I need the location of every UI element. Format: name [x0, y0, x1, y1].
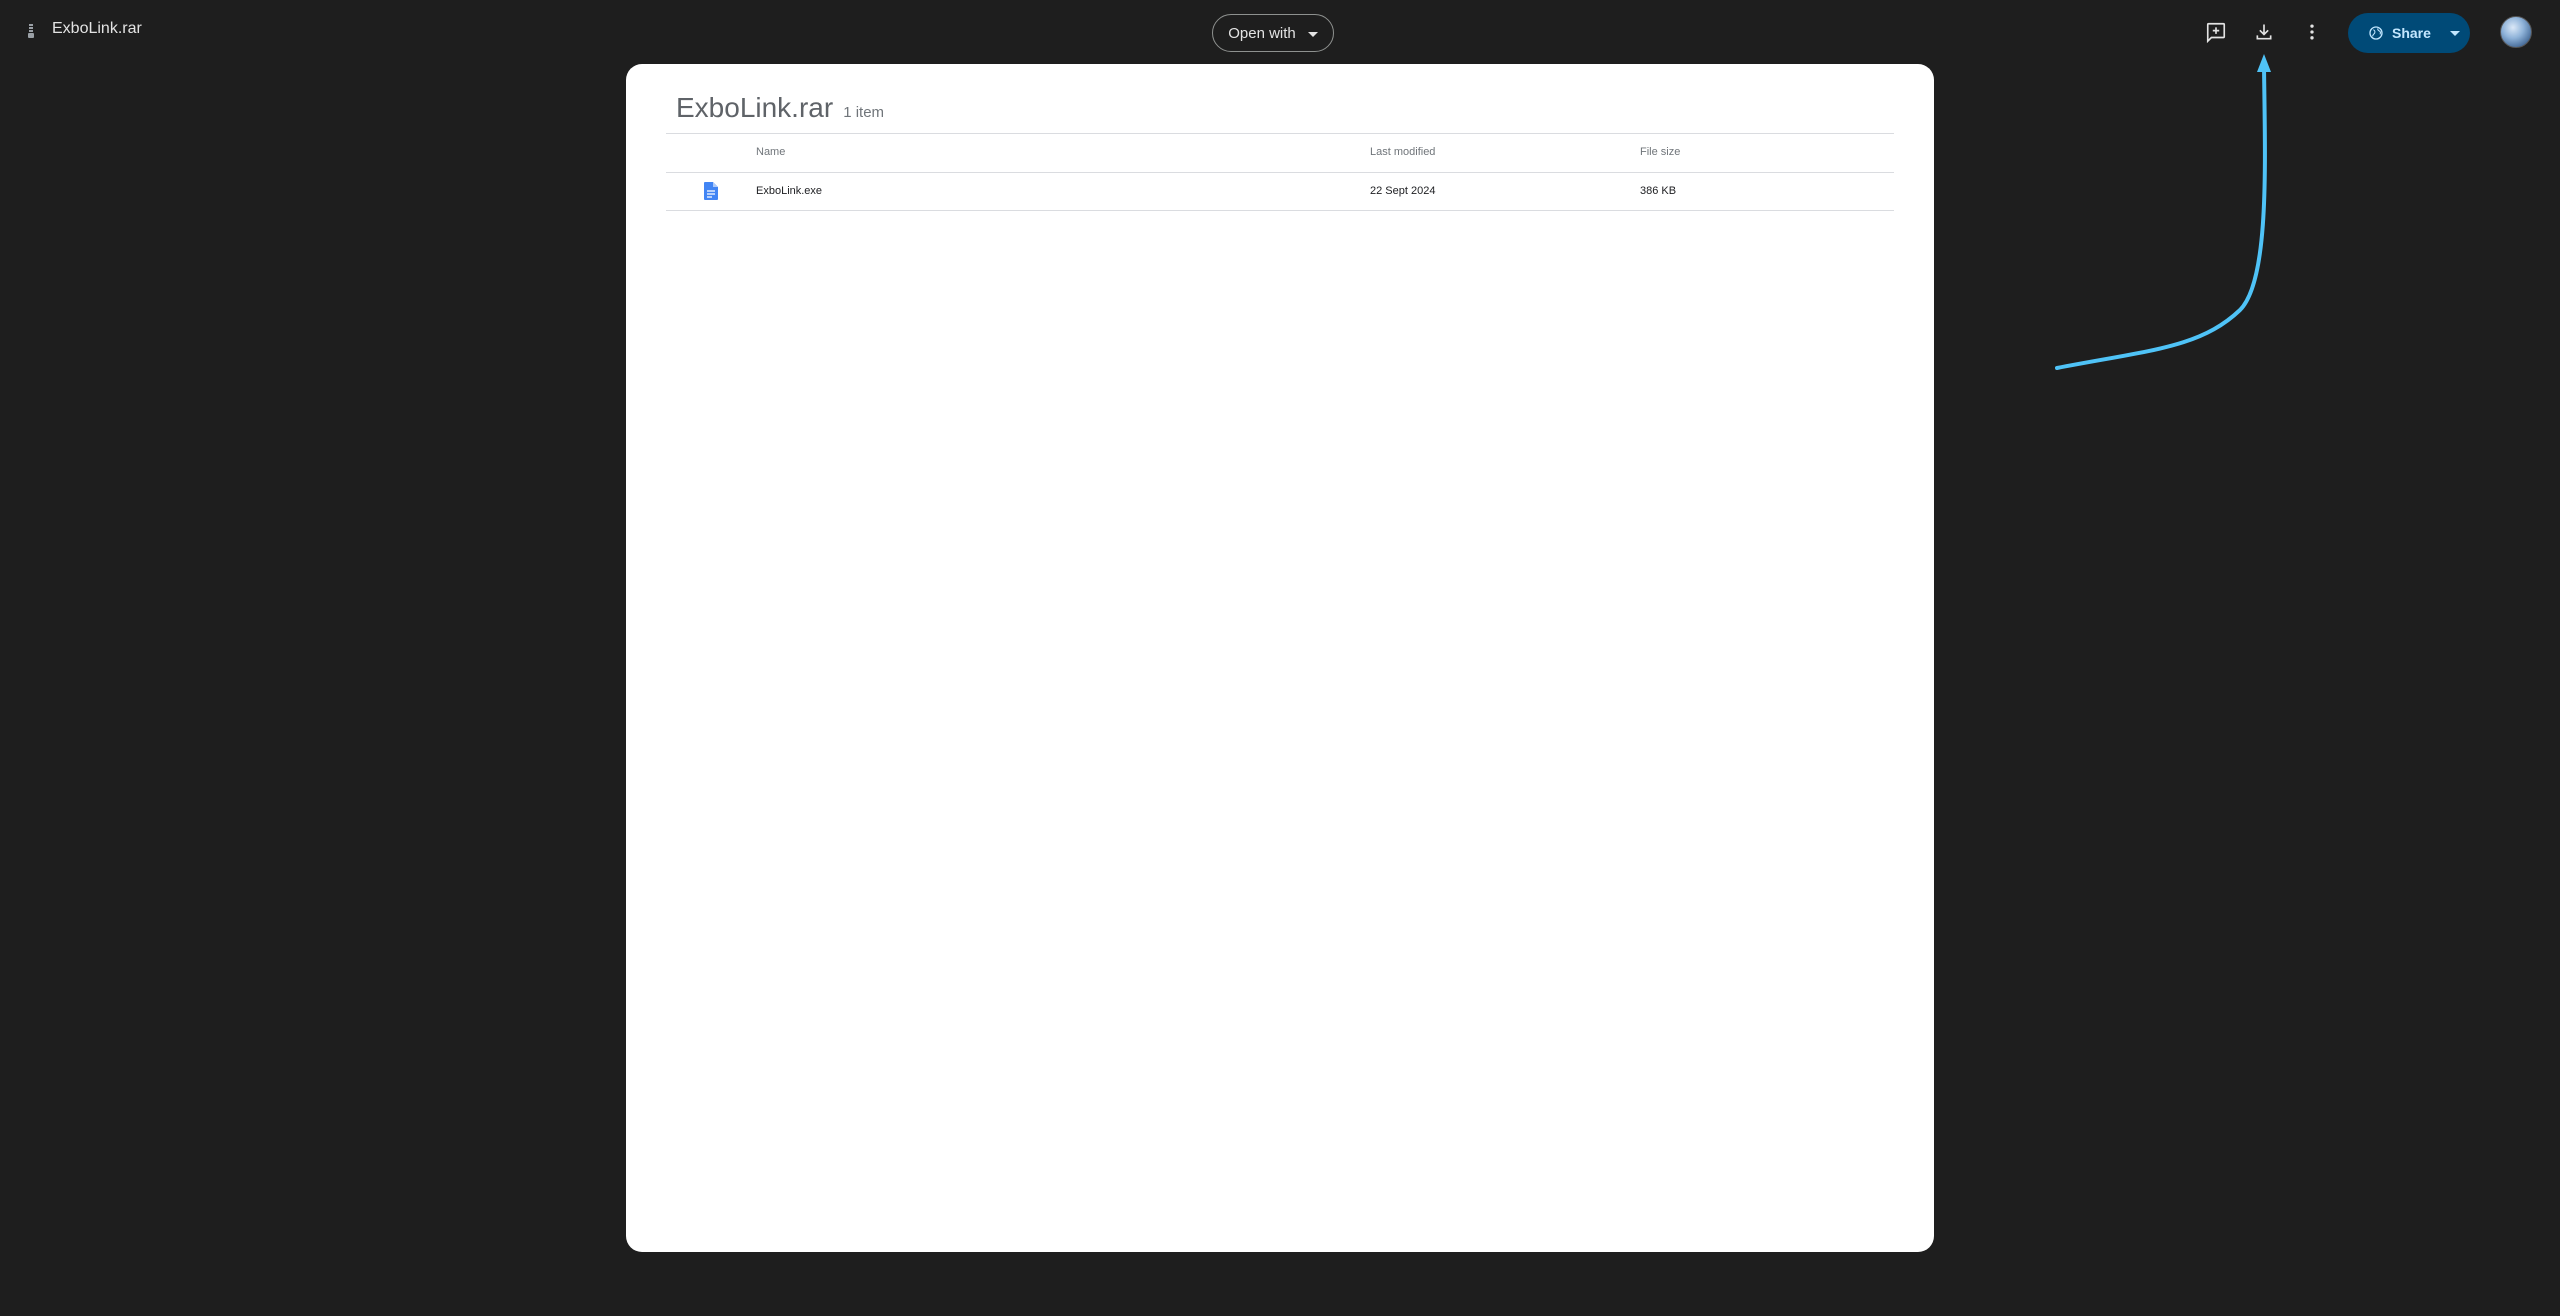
share-label: Share — [2392, 25, 2431, 41]
column-header-size[interactable]: File size — [1640, 146, 1680, 158]
file-modified: 22 Sept 2024 — [1370, 185, 1436, 197]
archive-header: ExboLink.rar 1 item — [676, 92, 884, 124]
add-comment-button[interactable] — [2198, 14, 2234, 50]
top-bar: ExboLink.rar Open with Share — [0, 0, 2560, 64]
open-with-label: Open with — [1228, 24, 1296, 42]
archive-icon — [28, 24, 34, 38]
column-header-name[interactable]: Name — [756, 146, 785, 158]
item-count: 1 item — [843, 104, 885, 121]
add-comment-icon — [2206, 22, 2226, 43]
chevron-down-icon — [1307, 31, 1318, 37]
open-with-button[interactable]: Open with — [1212, 14, 1334, 52]
download-icon — [2256, 24, 2272, 40]
archive-preview-panel: ExboLink.rar 1 item Name Last modified F… — [626, 64, 1934, 1252]
chevron-down-icon — [2450, 30, 2460, 36]
document-icon — [704, 182, 718, 200]
share-main[interactable]: Share — [2348, 13, 2431, 53]
file-name[interactable]: ExboLink.exe — [756, 185, 822, 197]
more-vert-icon — [2310, 24, 2314, 40]
file-size: 386 KB — [1640, 185, 1677, 197]
column-header-modified[interactable]: Last modified — [1370, 146, 1435, 158]
table-header: Name Last modified File size — [666, 133, 1894, 172]
table-row[interactable]: ExboLink.exe 22 Sept 2024 386 KB — [666, 172, 1894, 211]
share-options-button[interactable] — [2440, 13, 2470, 53]
file-title: ExboLink.rar — [52, 20, 142, 37]
share-button[interactable]: Share — [2348, 13, 2470, 53]
globe-icon — [2369, 26, 2383, 40]
more-options-button[interactable] — [2294, 14, 2330, 50]
avatar[interactable] — [2500, 16, 2532, 48]
archive-contents-table: Name Last modified File size ExboLink.ex… — [666, 133, 1894, 211]
download-button[interactable] — [2246, 14, 2282, 50]
archive-title: ExboLink.rar — [676, 92, 834, 123]
